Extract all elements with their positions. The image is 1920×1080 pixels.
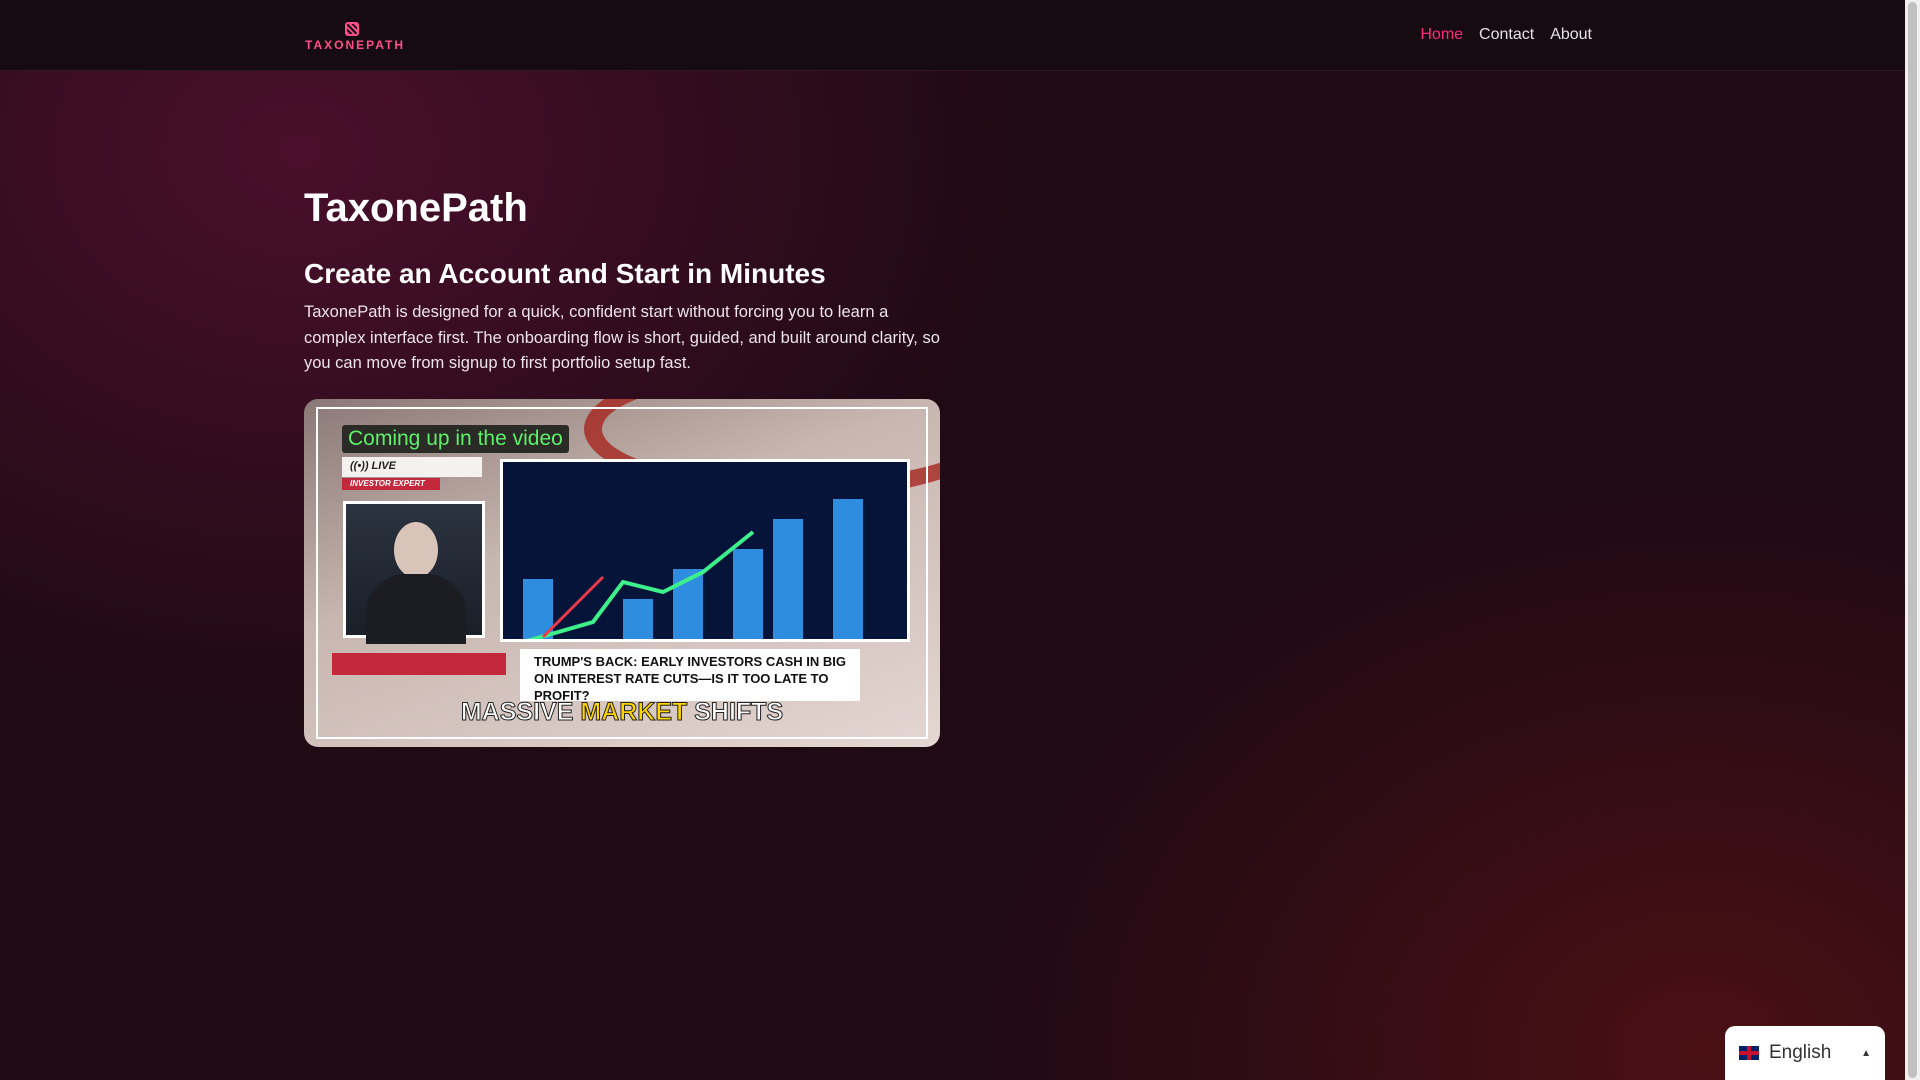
- expert-label: INVESTOR EXPERT: [342, 478, 440, 490]
- main-nav: Home Contact About: [1420, 26, 1592, 44]
- nav-about[interactable]: About: [1550, 26, 1592, 44]
- caret-up-icon: ▲: [1861, 1047, 1871, 1059]
- uk-flag-icon: [1739, 1046, 1759, 1060]
- news-headline: TRUMP'S BACK: EARLY INVESTORS CASH IN BI…: [520, 649, 860, 703]
- logo-text: TAXONEPATH: [305, 38, 405, 52]
- stock-chart-image: [500, 459, 910, 642]
- caption-highlight: MARKET: [580, 698, 688, 727]
- massive-market-shifts: MASSIVE MARKET SHIFTS: [304, 698, 940, 727]
- logo-icon: [345, 22, 359, 36]
- caption-part: SHIFTS: [687, 698, 784, 727]
- nav-home[interactable]: Home: [1420, 26, 1463, 44]
- site-header: TAXONEPATH Home Contact About: [0, 0, 1905, 71]
- live-badge: ((•)) LIVE: [342, 457, 482, 477]
- section-heading: Create an Account and Start in Minutes: [304, 258, 826, 289]
- video-thumbnail[interactable]: Coming up in the video ((•)) LIVE INVEST…: [304, 399, 940, 747]
- language-switcher[interactable]: English ▲: [1725, 1026, 1885, 1080]
- trend-line: [526, 530, 755, 639]
- caption-part: MASSIVE: [460, 698, 581, 727]
- presenter-image: [343, 501, 485, 644]
- coming-up-label: Coming up in the video: [342, 425, 569, 453]
- intro-paragraph: TaxonePath is designed for a quick, conf…: [304, 303, 940, 372]
- language-label: English: [1769, 1042, 1832, 1063]
- page-title: TaxonePath: [304, 186, 528, 230]
- logo[interactable]: TAXONEPATH: [305, 22, 405, 52]
- nav-contact[interactable]: Contact: [1479, 26, 1534, 44]
- lower-third-bar: [332, 653, 506, 675]
- scrollbar[interactable]: [1905, 0, 1920, 1080]
- scrollbar-thumb[interactable]: [1908, 2, 1917, 1078]
